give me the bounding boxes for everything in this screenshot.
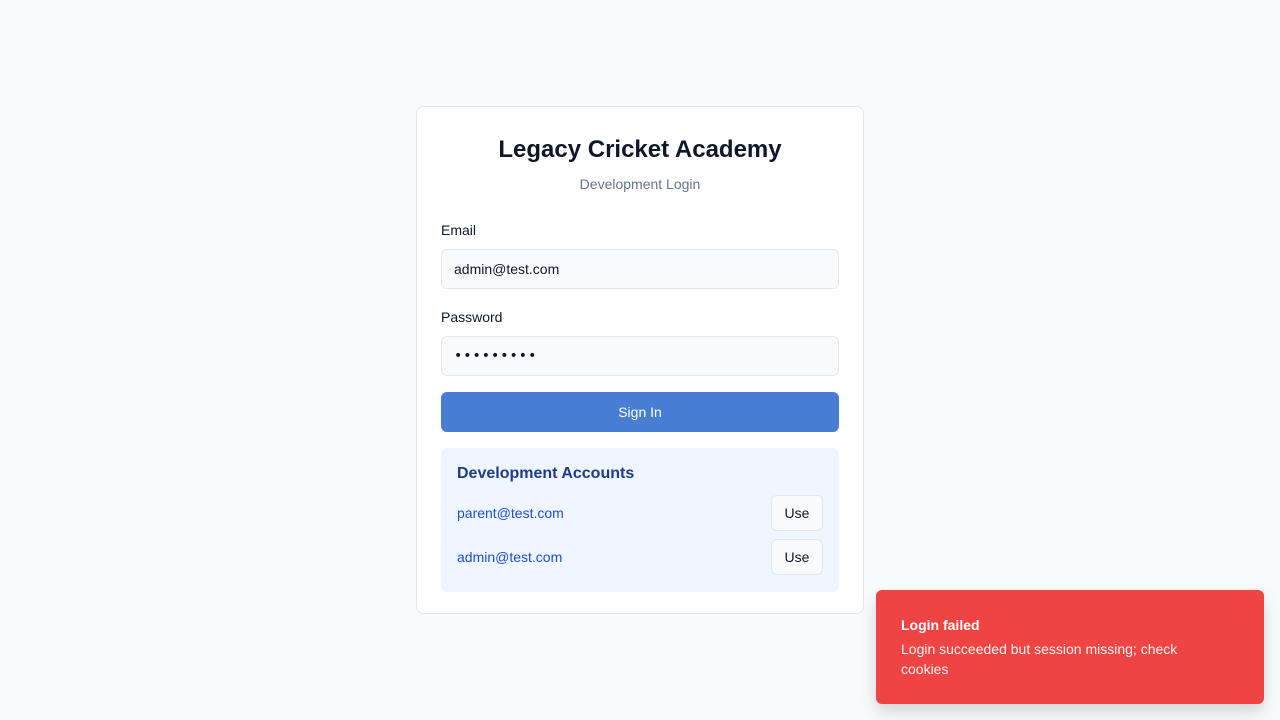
development-accounts-title: Development Accounts [457, 465, 635, 482]
password-label: Password [441, 309, 503, 325]
page-subtitle: Development Login [579, 176, 701, 192]
toast-message: Login succeeded but session missing; che… [901, 641, 1178, 677]
account-row-admin: admin@test.com Use [457, 539, 823, 575]
page-title: Legacy Cricket Academy [498, 136, 782, 163]
account-row-parent: parent@test.com Use [457, 495, 823, 531]
use-admin-account-button[interactable]: Use [771, 539, 823, 575]
email-label: Email [441, 222, 477, 238]
email-field[interactable] [441, 249, 839, 289]
use-parent-account-button[interactable]: Use [771, 495, 823, 531]
sign-in-button[interactable]: Sign In [441, 392, 839, 432]
toast-title: Login failed [901, 617, 980, 633]
account-email: parent@test.com [457, 505, 564, 521]
development-accounts-panel: Development Accounts parent@test.com Use… [441, 448, 839, 592]
login-card: Legacy Cricket Academy Development Login… [416, 106, 864, 614]
password-field[interactable] [441, 336, 839, 376]
account-email: admin@test.com [457, 549, 563, 565]
error-toast[interactable]: Login failed Login succeeded but session… [876, 590, 1264, 704]
